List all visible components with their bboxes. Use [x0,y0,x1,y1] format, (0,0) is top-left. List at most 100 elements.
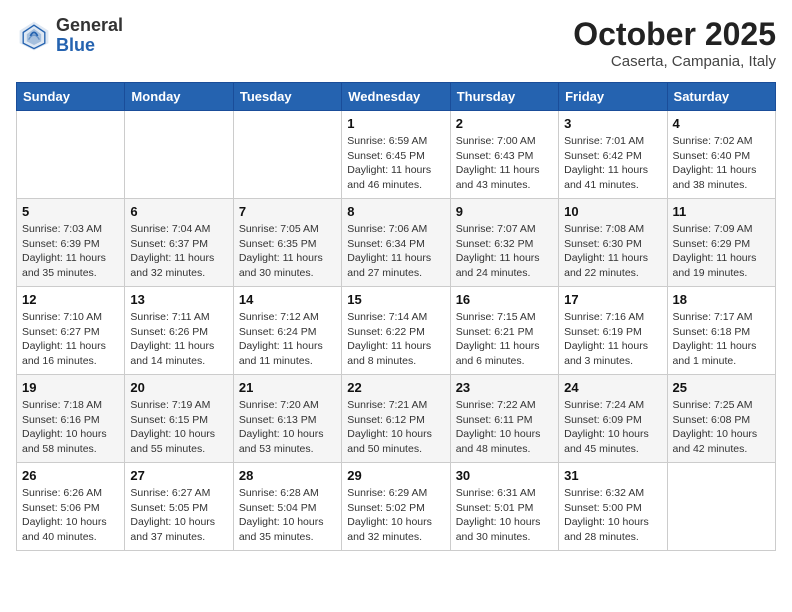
weekday-header-wednesday: Wednesday [342,83,450,111]
calendar-table: SundayMondayTuesdayWednesdayThursdayFrid… [16,82,776,551]
day-info: Sunrise: 7:18 AMSunset: 6:16 PMDaylight:… [22,398,119,457]
day-info: Sunrise: 6:31 AMSunset: 5:01 PMDaylight:… [456,486,553,545]
day-number: 12 [22,292,119,307]
day-cell: 13Sunrise: 7:11 AMSunset: 6:26 PMDayligh… [125,287,233,375]
day-number: 25 [673,380,770,395]
day-number: 22 [347,380,444,395]
day-cell: 20Sunrise: 7:19 AMSunset: 6:15 PMDayligh… [125,375,233,463]
weekday-header-thursday: Thursday [450,83,558,111]
day-info: Sunrise: 7:14 AMSunset: 6:22 PMDaylight:… [347,310,444,369]
day-info: Sunrise: 7:12 AMSunset: 6:24 PMDaylight:… [239,310,336,369]
month-title: October 2025 [573,16,776,53]
day-number: 18 [673,292,770,307]
day-number: 14 [239,292,336,307]
day-info: Sunrise: 6:32 AMSunset: 5:00 PMDaylight:… [564,486,661,545]
day-cell: 24 Sunrise: 7:24 AMSunset: 6:09 PMDayligh… [559,375,667,463]
day-cell: 8 Sunrise: 7:06 AMSunset: 6:34 PMDaylight… [342,199,450,287]
day-info: Sunrise: 7:16 AMSunset: 6:19 PMDaylight:… [564,310,661,369]
weekday-header-saturday: Saturday [667,83,775,111]
day-cell: 3Sunrise: 7:01 AMSunset: 6:42 PMDaylight… [559,111,667,199]
day-number: 27 [130,468,227,483]
day-number: 23 [456,380,553,395]
day-info: Sunrise: 7:02 AMSunset: 6:40 PMDaylight:… [673,134,770,193]
day-info: Sunrise: 7:19 AMSunset: 6:15 PMDaylight:… [130,398,227,457]
day-cell: 19 Sunrise: 7:18 AMSunset: 6:16 PMDayligh… [17,375,125,463]
day-number: 7 [239,204,336,219]
day-number: 24 [564,380,661,395]
day-info: Sunrise: 7:03 AMSunset: 6:39 PMDaylight:… [22,222,119,281]
day-number: 29 [347,468,444,483]
weekday-header-monday: Monday [125,83,233,111]
day-info: Sunrise: 7:05 AMSunset: 6:35 PMDaylight:… [239,222,336,281]
day-cell: 7 Sunrise: 7:05 AMSunset: 6:35 PMDaylight… [233,199,341,287]
day-info: Sunrise: 7:22 AMSunset: 6:11 PMDaylight:… [456,398,553,457]
day-info: Sunrise: 7:17 AMSunset: 6:18 PMDaylight:… [673,310,770,369]
day-info: Sunrise: 6:26 AMSunset: 5:06 PMDaylight:… [22,486,119,545]
day-info: Sunrise: 7:25 AMSunset: 6:08 PMDaylight:… [673,398,770,457]
day-cell: 25 Sunrise: 7:25 AMSunset: 6:08 PMDayligh… [667,375,775,463]
day-info: Sunrise: 7:07 AMSunset: 6:32 PMDaylight:… [456,222,553,281]
day-cell: 2 Sunrise: 7:00 AMSunset: 6:43 PMDaylight… [450,111,558,199]
day-cell: 29 Sunrise: 6:29 AMSunset: 5:02 PMDayligh… [342,463,450,551]
day-cell: 21Sunrise: 7:20 AMSunset: 6:13 PMDayligh… [233,375,341,463]
day-number: 30 [456,468,553,483]
day-number: 11 [673,204,770,219]
day-number: 31 [564,468,661,483]
day-info: Sunrise: 7:01 AMSunset: 6:42 PMDaylight:… [564,134,661,193]
day-info: Sunrise: 7:21 AMSunset: 6:12 PMDaylight:… [347,398,444,457]
week-row-3: 12 Sunrise: 7:10 AMSunset: 6:27 PMDayligh… [17,287,776,375]
day-info: Sunrise: 7:00 AMSunset: 6:43 PMDaylight:… [456,134,553,193]
day-cell: 10Sunrise: 7:08 AMSunset: 6:30 PMDayligh… [559,199,667,287]
logo-text: General Blue [56,16,123,56]
day-info: Sunrise: 6:27 AMSunset: 5:05 PMDaylight:… [130,486,227,545]
location: Caserta, Campania, Italy [573,53,776,70]
weekday-header-row: SundayMondayTuesdayWednesdayThursdayFrid… [17,83,776,111]
day-cell [233,111,341,199]
day-info: Sunrise: 7:24 AMSunset: 6:09 PMDaylight:… [564,398,661,457]
day-number: 4 [673,116,770,131]
day-cell: 27 Sunrise: 6:27 AMSunset: 5:05 PMDayligh… [125,463,233,551]
day-info: Sunrise: 7:10 AMSunset: 6:27 PMDaylight:… [22,310,119,369]
day-cell: 22 Sunrise: 7:21 AMSunset: 6:12 PMDayligh… [342,375,450,463]
day-number: 19 [22,380,119,395]
day-number: 9 [456,204,553,219]
week-row-2: 5Sunrise: 7:03 AMSunset: 6:39 PMDaylight… [17,199,776,287]
day-cell: 14 Sunrise: 7:12 AMSunset: 6:24 PMDayligh… [233,287,341,375]
day-number: 2 [456,116,553,131]
page-header: General Blue October 2025 Caserta, Campa… [16,16,776,70]
day-info: Sunrise: 7:04 AMSunset: 6:37 PMDaylight:… [130,222,227,281]
day-info: Sunrise: 6:59 AMSunset: 6:45 PMDaylight:… [347,134,444,193]
title-block: October 2025 Caserta, Campania, Italy [573,16,776,70]
day-info: Sunrise: 7:15 AMSunset: 6:21 PMDaylight:… [456,310,553,369]
weekday-header-tuesday: Tuesday [233,83,341,111]
week-row-5: 26 Sunrise: 6:26 AMSunset: 5:06 PMDayligh… [17,463,776,551]
day-info: Sunrise: 6:29 AMSunset: 5:02 PMDaylight:… [347,486,444,545]
week-row-4: 19 Sunrise: 7:18 AMSunset: 6:16 PMDayligh… [17,375,776,463]
day-number: 28 [239,468,336,483]
day-info: Sunrise: 7:09 AMSunset: 6:29 PMDaylight:… [673,222,770,281]
day-cell: 26 Sunrise: 6:26 AMSunset: 5:06 PMDayligh… [17,463,125,551]
day-cell: 30 Sunrise: 6:31 AMSunset: 5:01 PMDayligh… [450,463,558,551]
day-number: 6 [130,204,227,219]
day-cell: 31 Sunrise: 6:32 AMSunset: 5:00 PMDayligh… [559,463,667,551]
day-info: Sunrise: 7:06 AMSunset: 6:34 PMDaylight:… [347,222,444,281]
logo-icon [16,18,52,54]
day-cell [125,111,233,199]
day-cell [667,463,775,551]
day-number: 26 [22,468,119,483]
day-number: 8 [347,204,444,219]
day-info: Sunrise: 7:08 AMSunset: 6:30 PMDaylight:… [564,222,661,281]
day-cell [17,111,125,199]
day-cell: 11 Sunrise: 7:09 AMSunset: 6:29 PMDayligh… [667,199,775,287]
day-info: Sunrise: 6:28 AMSunset: 5:04 PMDaylight:… [239,486,336,545]
day-number: 1 [347,116,444,131]
day-number: 21 [239,380,336,395]
day-cell: 23 Sunrise: 7:22 AMSunset: 6:11 PMDayligh… [450,375,558,463]
day-number: 13 [130,292,227,307]
logo: General Blue [16,16,123,56]
weekday-header-sunday: Sunday [17,83,125,111]
logo-general-text: General [56,16,123,36]
day-cell: 17Sunrise: 7:16 AMSunset: 6:19 PMDayligh… [559,287,667,375]
day-cell: 16Sunrise: 7:15 AMSunset: 6:21 PMDayligh… [450,287,558,375]
day-cell: 5Sunrise: 7:03 AMSunset: 6:39 PMDaylight… [17,199,125,287]
